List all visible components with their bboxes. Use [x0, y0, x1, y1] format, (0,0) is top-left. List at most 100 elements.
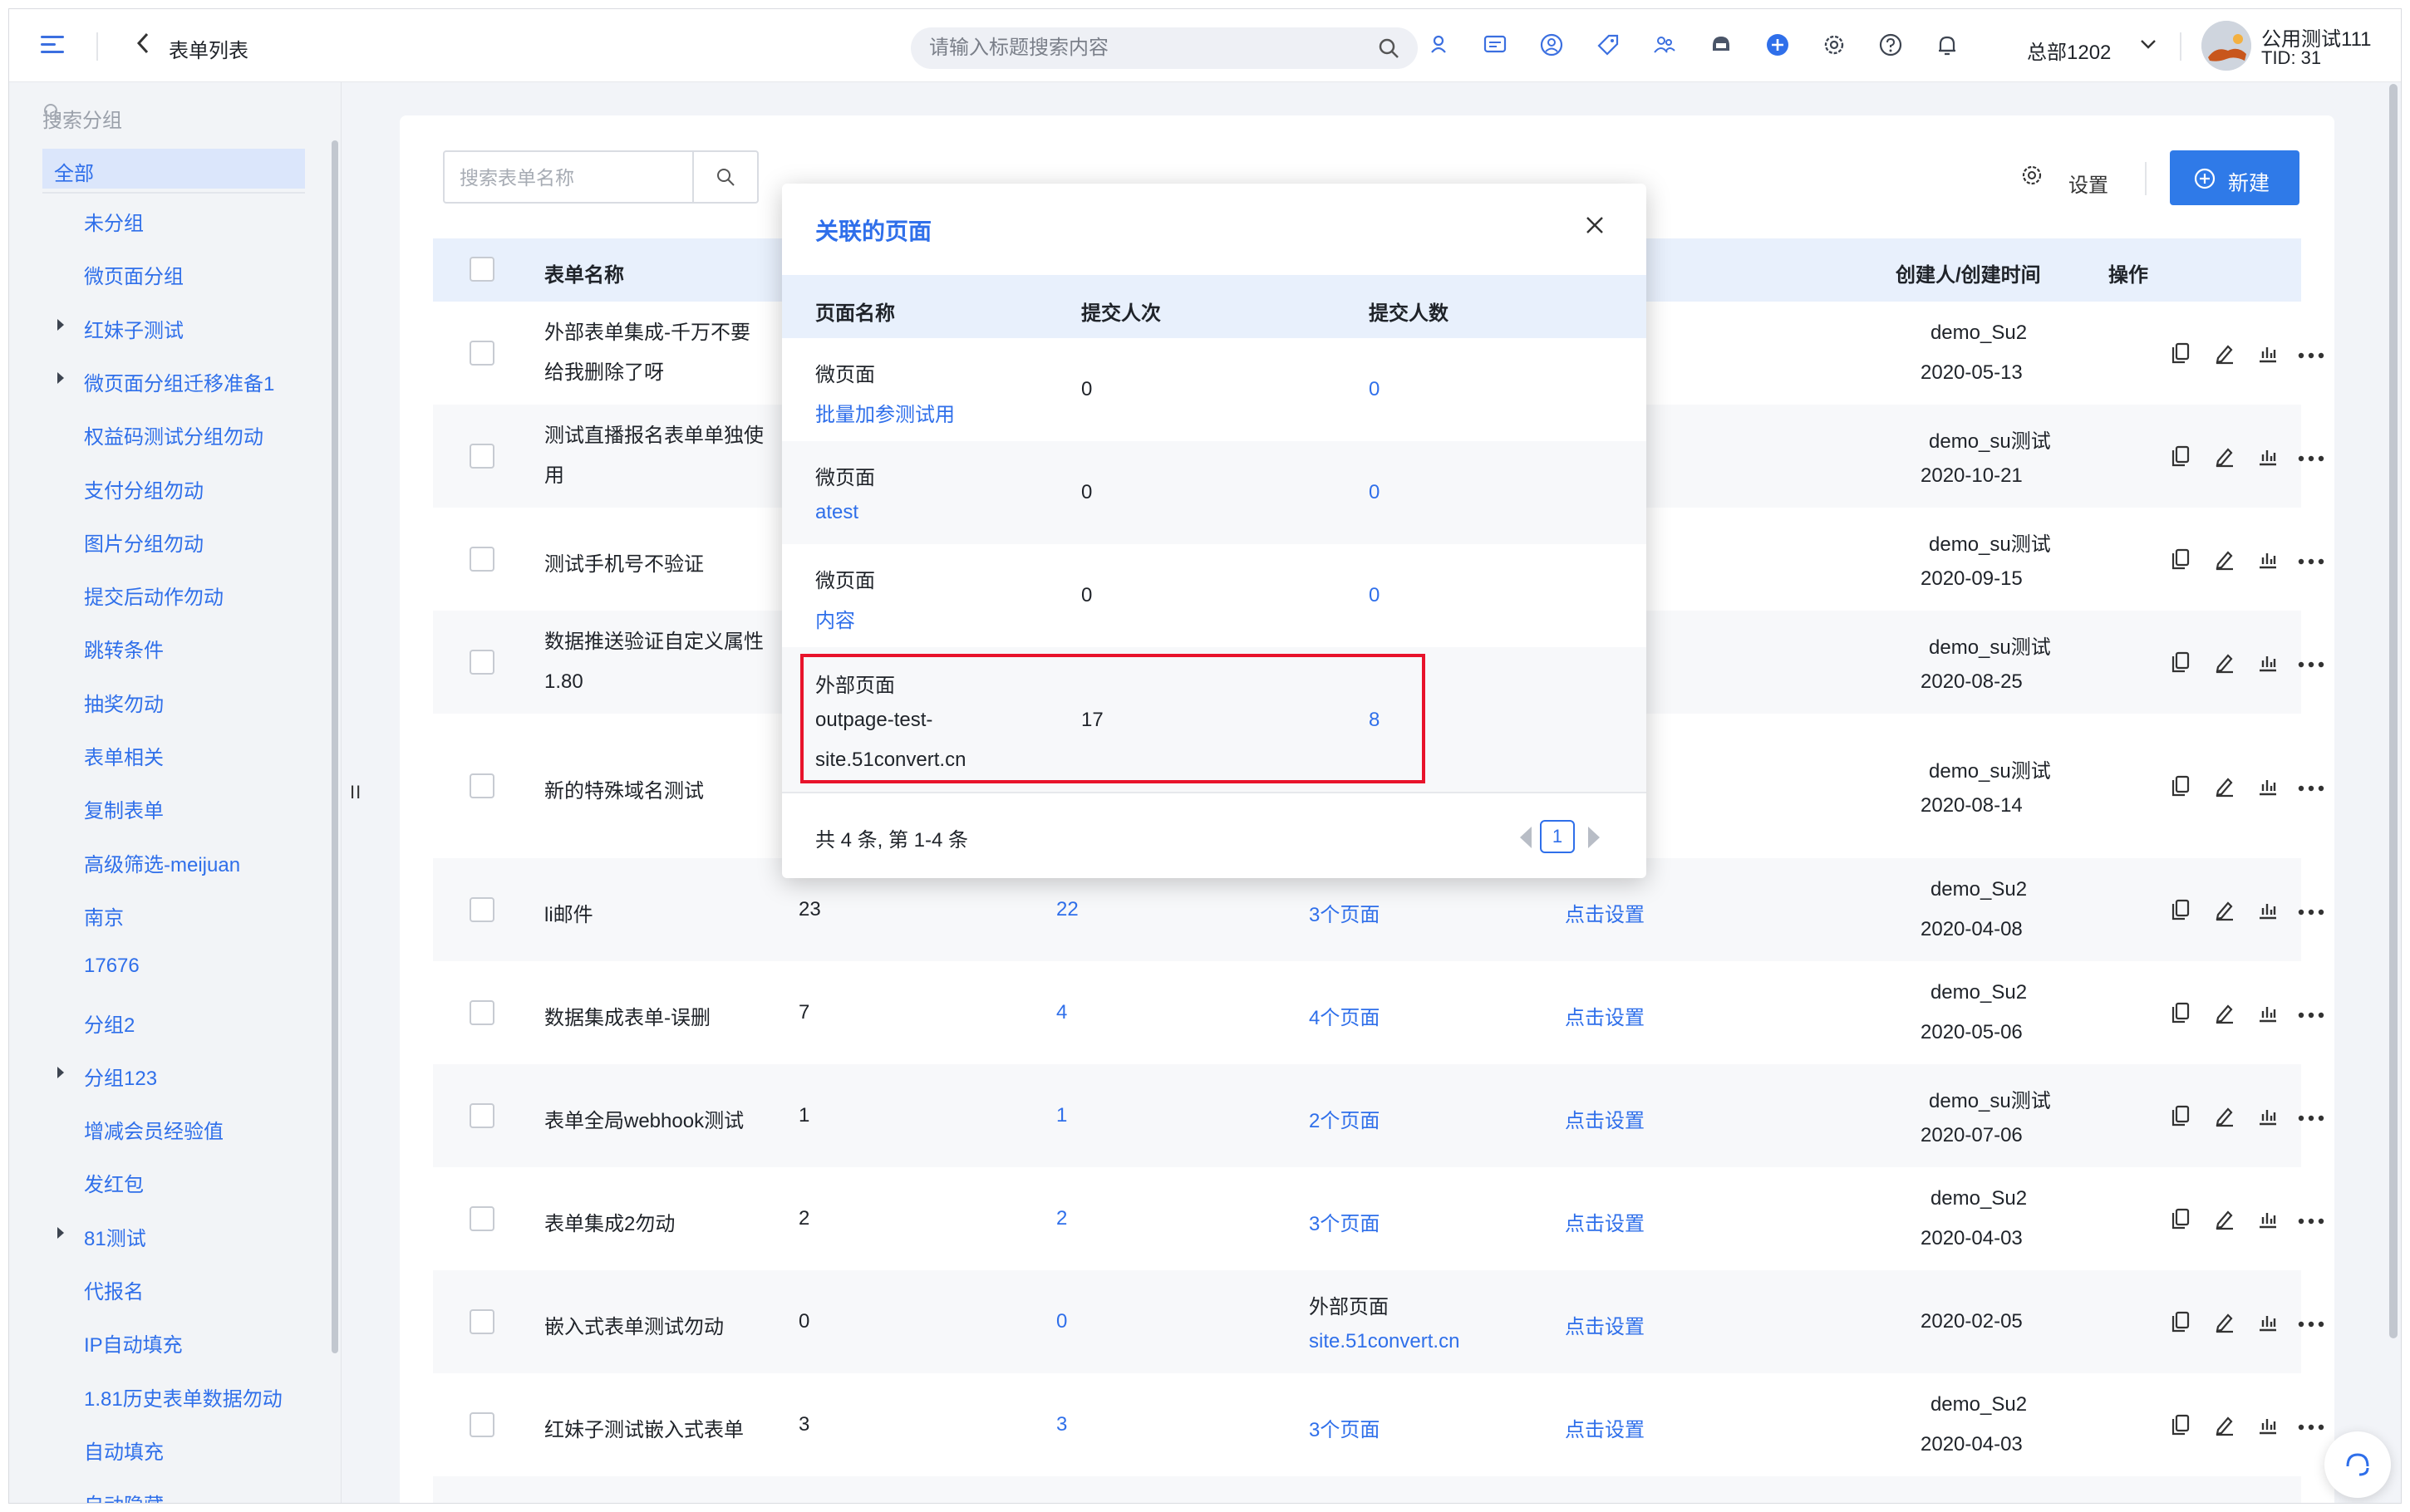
user-count-link[interactable]: 22 — [1056, 898, 1079, 921]
sidebar-item[interactable]: 17676 — [84, 955, 140, 978]
users-icon[interactable] — [1652, 32, 1677, 57]
form-name[interactable]: 红妹子测试嵌入式表单 — [544, 1413, 744, 1442]
sidebar-item[interactable]: 增减会员经验值 — [84, 1115, 224, 1144]
edit-icon[interactable] — [2213, 547, 2236, 575]
resize-handle[interactable]: II — [350, 782, 362, 803]
edit-icon[interactable] — [2213, 898, 2236, 925]
edit-icon[interactable] — [2213, 341, 2236, 369]
user-count-link[interactable]: 2 — [1056, 1207, 1067, 1230]
chart-icon[interactable] — [2256, 650, 2280, 678]
chart-icon[interactable] — [2256, 898, 2280, 925]
sidebar-item[interactable]: 发红包 — [84, 1168, 144, 1197]
org-selector[interactable]: 总部1202 — [2027, 36, 2111, 65]
linked-pages-link[interactable]: 3个页面 — [1309, 898, 1380, 927]
copy-icon[interactable] — [2170, 1104, 2191, 1132]
sidebar-item[interactable]: 南京 — [84, 901, 124, 930]
gear-icon[interactable] — [1822, 32, 1847, 57]
share-icon[interactable] — [1426, 32, 1451, 57]
global-search[interactable] — [911, 27, 1418, 69]
copy-icon[interactable] — [2170, 341, 2191, 369]
sidebar-item[interactable]: 未分组 — [84, 207, 144, 236]
sidebar-item[interactable]: 复制表单 — [84, 794, 164, 823]
message-icon[interactable] — [1483, 32, 1507, 57]
edit-icon[interactable] — [2213, 444, 2236, 472]
user-count-link[interactable]: 3 — [1056, 1413, 1067, 1436]
edit-icon[interactable] — [2213, 774, 2236, 802]
sidebar-item[interactable]: 微页面分组 — [84, 260, 184, 289]
copy-icon[interactable] — [2170, 547, 2191, 575]
linked-pages-link[interactable]: site.51convert.cn — [1309, 1330, 1459, 1353]
profile-icon[interactable] — [1539, 32, 1564, 57]
user-count-link[interactable]: 0 — [1369, 378, 1380, 401]
sidebar-item[interactable]: 高级筛选-meijuan — [84, 848, 240, 877]
more-icon[interactable] — [2298, 555, 2324, 570]
caret-right-icon[interactable] — [57, 371, 64, 384]
bell-icon[interactable] — [1935, 32, 1960, 57]
settings-link[interactable]: 点击设置 — [1565, 1207, 1645, 1236]
row-checkbox[interactable] — [470, 1412, 494, 1437]
group-search[interactable]: 搜索分组 — [42, 94, 325, 134]
sidebar-item[interactable]: 1.81历史表单数据勿动 — [84, 1382, 283, 1411]
form-name[interactable]: 新的特殊域名测试 — [544, 774, 704, 803]
sidebar-item[interactable]: 红妹子测试 — [57, 314, 184, 343]
settings-button[interactable]: 设置 — [2068, 169, 2108, 198]
edit-icon[interactable] — [2213, 1413, 2236, 1441]
chart-icon[interactable] — [2256, 341, 2280, 369]
settings-link[interactable]: 点击设置 — [1565, 898, 1645, 927]
row-checkbox[interactable] — [470, 773, 494, 798]
more-icon[interactable] — [2298, 1318, 2324, 1333]
copy-icon[interactable] — [2170, 444, 2191, 472]
chart-icon[interactable] — [2256, 774, 2280, 802]
more-icon[interactable] — [2298, 452, 2324, 467]
search-icon[interactable] — [1378, 37, 1399, 63]
new-button[interactable]: 新建 — [2170, 150, 2299, 205]
help-icon[interactable] — [1878, 32, 1903, 57]
page-link[interactable]: atest — [815, 501, 858, 524]
sidebar-item[interactable]: IP自动填充 — [84, 1328, 183, 1357]
linked-pages-link[interactable]: 3个页面 — [1309, 1207, 1380, 1236]
user-count-link[interactable]: 1 — [1056, 1104, 1067, 1127]
sidebar-item[interactable]: 代报名 — [84, 1275, 144, 1304]
chevron-left-icon[interactable] — [134, 31, 152, 62]
edit-icon[interactable] — [2213, 1310, 2236, 1338]
form-name[interactable]: 测试直播报名表单单独使用 — [544, 416, 777, 496]
linked-pages-link[interactable]: 2个页面 — [1309, 1104, 1380, 1133]
more-icon[interactable] — [2298, 1009, 2324, 1024]
copy-icon[interactable] — [2170, 650, 2191, 678]
menu-icon[interactable] — [41, 36, 64, 54]
more-icon[interactable] — [2298, 1215, 2324, 1230]
more-icon[interactable] — [2298, 1112, 2324, 1127]
user-count-link[interactable]: 0 — [1369, 481, 1380, 504]
edit-icon[interactable] — [2213, 1104, 2236, 1132]
copy-icon[interactable] — [2170, 1413, 2191, 1441]
search-input[interactable] — [929, 36, 1361, 61]
user-count-link[interactable]: 4 — [1056, 1001, 1067, 1024]
add-circle-icon[interactable] — [1765, 32, 1790, 57]
caret-right-icon[interactable] — [57, 318, 64, 331]
more-icon[interactable] — [2298, 906, 2324, 920]
row-checkbox[interactable] — [470, 341, 494, 366]
search-button[interactable] — [692, 152, 757, 202]
form-name[interactable]: 外部表单集成-千万不要 给我删除了呀 — [544, 313, 777, 393]
copy-icon[interactable] — [2170, 1001, 2191, 1028]
form-name[interactable]: 表单全局webhook测试 — [544, 1104, 744, 1133]
row-checkbox[interactable] — [470, 547, 494, 572]
sidebar-item[interactable]: 分组123 — [57, 1062, 157, 1091]
settings-link[interactable]: 点击设置 — [1565, 1310, 1645, 1339]
chart-icon[interactable] — [2256, 444, 2280, 472]
row-checkbox[interactable] — [470, 444, 494, 469]
avatar[interactable] — [2201, 21, 2251, 71]
next-page-icon[interactable] — [1588, 827, 1600, 848]
page-link[interactable]: 批量加参测试用 — [815, 398, 955, 427]
settings-link[interactable]: 点击设置 — [1565, 1001, 1645, 1030]
page-number[interactable]: 1 — [1540, 820, 1575, 853]
caret-right-icon[interactable] — [57, 1066, 64, 1078]
row-checkbox[interactable] — [470, 1309, 494, 1334]
row-checkbox[interactable] — [470, 897, 494, 922]
linked-pages-link[interactable]: 4个页面 — [1309, 1001, 1380, 1030]
sidebar-item[interactable]: 微页面分组迁移准备1 — [57, 367, 274, 396]
form-search[interactable] — [443, 150, 759, 204]
support-button[interactable] — [2324, 1431, 2391, 1498]
form-name[interactable]: 测试手机号不验证 — [544, 547, 704, 577]
row-checkbox[interactable] — [470, 650, 494, 675]
